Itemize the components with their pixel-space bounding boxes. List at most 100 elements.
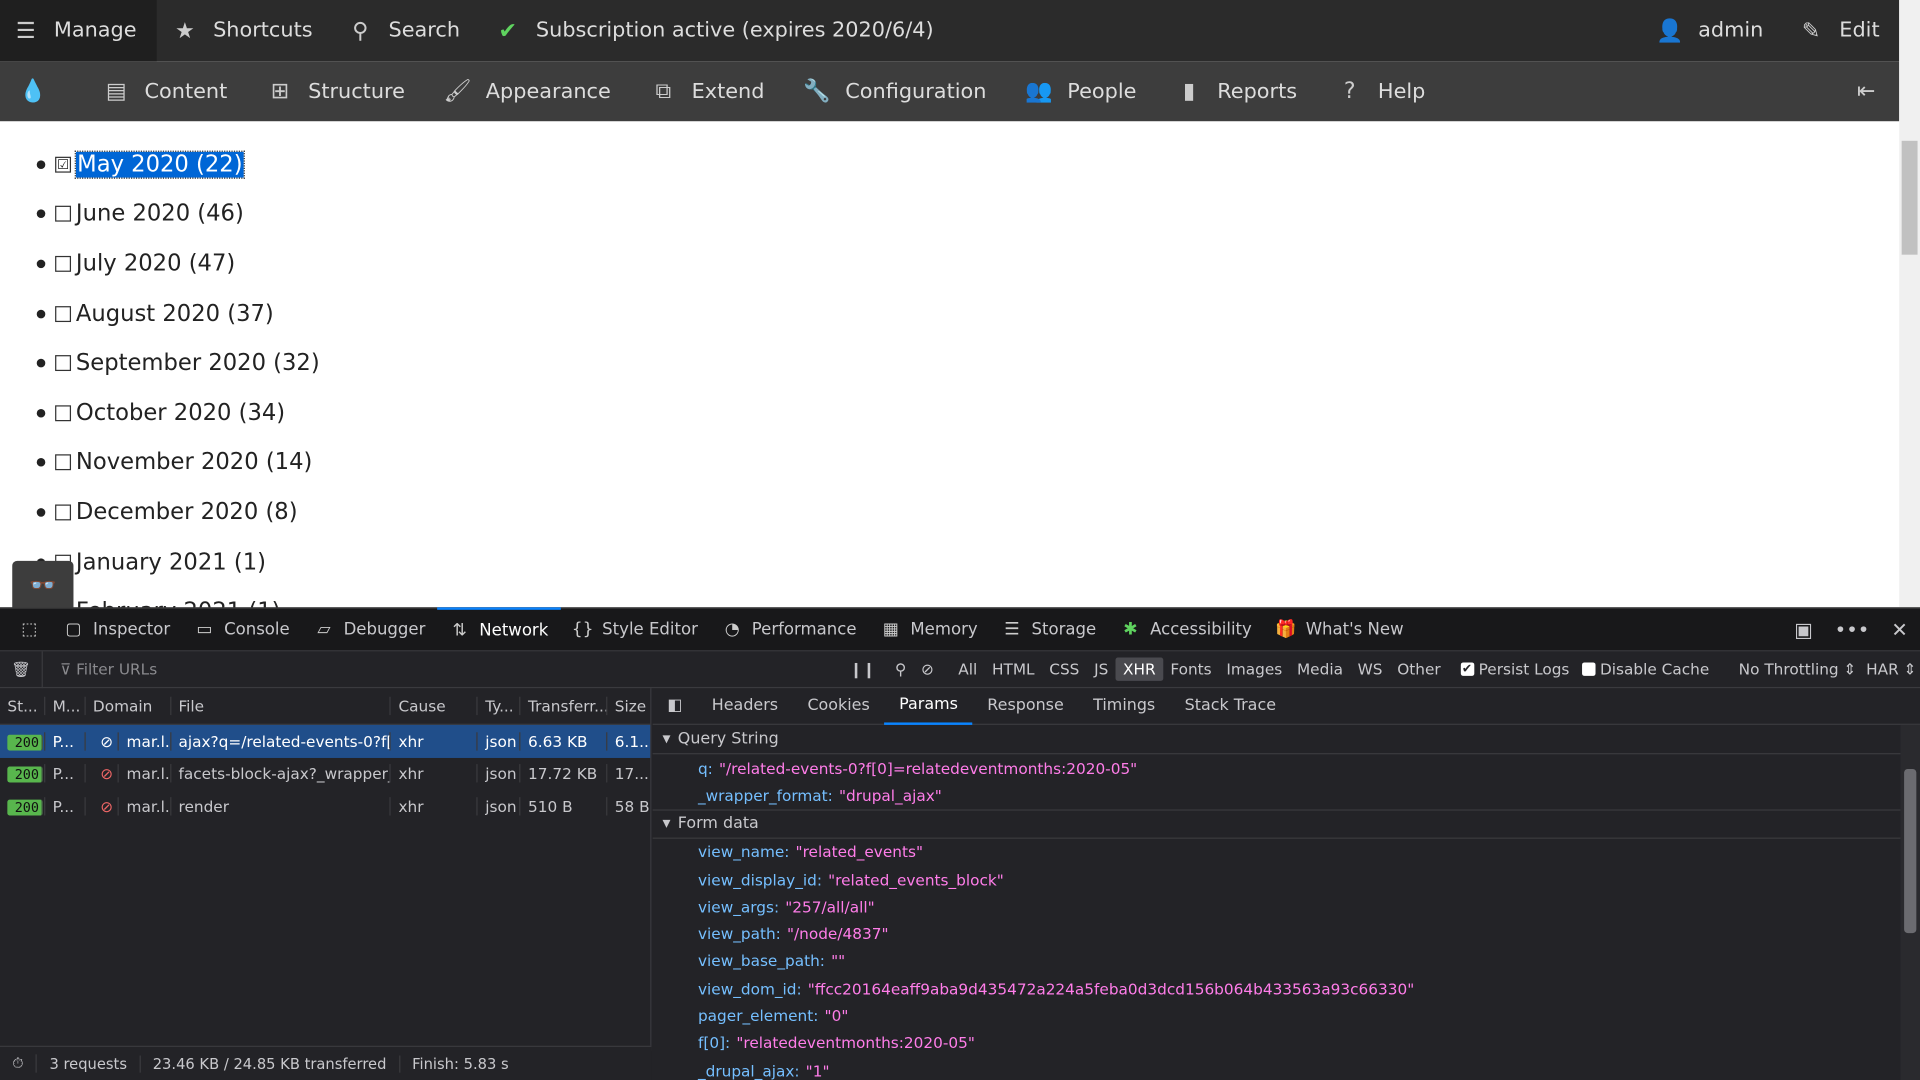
checkbox[interactable] [55, 206, 72, 223]
form-data-section[interactable]: ▾ Form data [652, 808, 1920, 839]
details-scrollbar[interactable] [1900, 724, 1920, 1080]
disable-cache-checkbox[interactable]: Disable Cache [1581, 660, 1709, 678]
param-row[interactable]: view_path: "/node/4837" [653, 920, 1920, 947]
checkbox[interactable] [55, 504, 72, 521]
facet-label[interactable]: June 2020 (46) [76, 201, 244, 227]
param-row[interactable]: view_base_path: "" [653, 947, 1920, 974]
glasses-icon[interactable]: 👓 [12, 560, 74, 610]
facet-label[interactable]: September 2020 (32) [76, 350, 320, 376]
facet-label[interactable]: December 2020 (8) [76, 500, 298, 526]
menu-content[interactable]: ▤ Content [83, 61, 247, 121]
checkbox[interactable] [55, 305, 72, 322]
search-button[interactable]: ⚲ Search [332, 0, 479, 61]
tab-accessibility[interactable]: ✱ Accessibility [1108, 607, 1264, 651]
column-header[interactable]: St... [0, 696, 46, 716]
toggle-orientation-button[interactable]: ⇤ [1833, 61, 1899, 121]
table-row[interactable]: 200 P... ⊘ mar.l... render xhr json 510 … [0, 790, 650, 822]
menu-configuration[interactable]: 🔧 Configuration [784, 61, 1006, 121]
tab-performance[interactable]: ◔ Performance [710, 607, 869, 651]
tab-response[interactable]: Response [973, 688, 1079, 725]
pause-icon[interactable]: ❙❙ [838, 660, 888, 678]
type-other[interactable]: Other [1390, 658, 1448, 681]
picker-button[interactable]: ⬚ [7, 607, 51, 651]
facet-label[interactable]: October 2020 (34) [76, 400, 285, 426]
tab-style-editor[interactable]: {} Style Editor [561, 607, 711, 651]
tab-headers[interactable]: Headers [697, 688, 793, 725]
column-header[interactable]: Transferr... [521, 696, 608, 716]
facet-item[interactable]: ☑ May 2020 (22) [36, 140, 320, 190]
param-row[interactable]: _wrapper_format: "drupal_ajax" [653, 782, 1920, 809]
close-icon[interactable]: ✕ [1891, 618, 1907, 641]
table-row[interactable]: 200 P... ⊘ mar.l... ajax?q=/related-even… [0, 724, 651, 758]
param-row[interactable]: _drupal_ajax: "1" [653, 1057, 1920, 1080]
har-menu[interactable]: HAR ⇕ [1866, 660, 1916, 678]
search-icon[interactable]: ⚲ [888, 660, 914, 678]
dock-icon[interactable]: ▣ [1794, 618, 1813, 641]
column-header[interactable]: Ty... [478, 696, 521, 716]
param-row[interactable]: pager_element: "0" [653, 1002, 1920, 1029]
type-all[interactable]: All [951, 658, 985, 681]
checkbox[interactable] [55, 355, 72, 372]
column-header[interactable]: Cause [391, 696, 478, 716]
tab-network[interactable]: ⇅ Network [437, 607, 561, 651]
param-row[interactable]: view_args: "257/all/all" [653, 893, 1920, 920]
type-ws[interactable]: WS [1350, 658, 1390, 681]
edit-button[interactable]: ✎ Edit [1783, 0, 1899, 61]
tab-inspector[interactable]: ▢ Inspector [51, 607, 182, 651]
param-row[interactable]: q: "/related-events-0?f[0]=relatedeventmo… [653, 754, 1920, 781]
timer-icon[interactable]: ⏱ [0, 1054, 38, 1073]
checkbox[interactable] [55, 405, 72, 421]
facet-item[interactable]: October 2020 (34) [36, 388, 320, 438]
type-xhr[interactable]: XHR [1115, 657, 1164, 681]
menu-people[interactable]: 👥 People [1006, 61, 1156, 121]
user-button[interactable]: 👤 admin [1642, 0, 1783, 61]
checkbox[interactable] [55, 255, 72, 272]
param-row[interactable]: f[0]: "relatedeventmonths:2020-05" [653, 1029, 1920, 1056]
facet-label[interactable]: January 2021 (1) [76, 549, 266, 575]
block-icon[interactable]: ⊘ [914, 660, 951, 678]
column-header[interactable]: Size [607, 697, 650, 715]
persist-logs-checkbox[interactable]: ✔ Persist Logs [1460, 660, 1569, 678]
table-row[interactable]: 200 P... ⊘ mar.l... facets-block-ajax?_w… [0, 757, 650, 789]
facet-item[interactable]: September 2020 (32) [36, 338, 320, 388]
subscription-status[interactable]: ✔ Subscription active (expires 2020/6/4) [480, 0, 954, 61]
shortcuts-button[interactable]: ★ Shortcuts [157, 0, 332, 61]
more-icon[interactable]: ••• [1835, 618, 1870, 641]
page-scrollbar[interactable] [1899, 0, 1920, 608]
menu-help[interactable]: ? Help [1317, 61, 1445, 121]
tab-params[interactable]: Params [884, 688, 973, 725]
column-header[interactable]: File [171, 696, 392, 716]
param-row[interactable]: view_name: "related_events" [653, 838, 1920, 865]
tab-timings[interactable]: Timings [1078, 688, 1169, 725]
facet-item[interactable]: August 2020 (37) [36, 289, 320, 339]
tab-whats-new[interactable]: 🎁 What's New [1264, 607, 1416, 651]
tab-cookies[interactable]: Cookies [793, 688, 885, 725]
drupal-logo[interactable]: 💧 [0, 61, 83, 121]
facet-item[interactable]: December 2020 (8) [36, 488, 320, 538]
tab-memory[interactable]: ▦ Memory [869, 607, 990, 651]
param-row[interactable]: view_dom_id: "ffcc20164eaff9aba9d435472a2… [653, 975, 1920, 1002]
facet-label[interactable]: May 2020 (22) [74, 150, 245, 179]
menu-reports[interactable]: ▮ Reports [1156, 61, 1317, 121]
checkbox[interactable] [55, 454, 72, 471]
tab-stack-trace[interactable]: Stack Trace [1170, 688, 1291, 725]
type-fonts[interactable]: Fonts [1163, 658, 1219, 681]
type-js[interactable]: JS [1087, 658, 1116, 681]
sidebar-toggle-icon[interactable]: ◧ [653, 688, 697, 725]
facet-item[interactable]: November 2020 (14) [36, 438, 320, 488]
facet-label[interactable]: July 2020 (47) [76, 251, 235, 277]
column-header[interactable]: Domain [86, 696, 172, 716]
menu-structure[interactable]: ⊞ Structure [247, 61, 425, 121]
facet-item[interactable]: July 2020 (47) [36, 239, 320, 289]
column-header[interactable]: M... [45, 696, 86, 716]
facet-label[interactable]: November 2020 (14) [76, 450, 312, 476]
facet-item[interactable]: January 2021 (1) [36, 537, 320, 587]
menu-appearance[interactable]: 🖌 Appearance [425, 61, 631, 121]
type-html[interactable]: HTML [985, 658, 1042, 681]
type-media[interactable]: Media [1290, 658, 1351, 681]
tab-console[interactable]: ▭ Console [182, 607, 302, 651]
param-row[interactable]: view_display_id: "related_events_block" [653, 866, 1920, 893]
filter-urls-input[interactable]: ⊽ Filter URLs [41, 650, 838, 688]
facet-label[interactable]: August 2020 (37) [76, 301, 274, 327]
manage-button[interactable]: ☰ Manage [0, 0, 157, 62]
